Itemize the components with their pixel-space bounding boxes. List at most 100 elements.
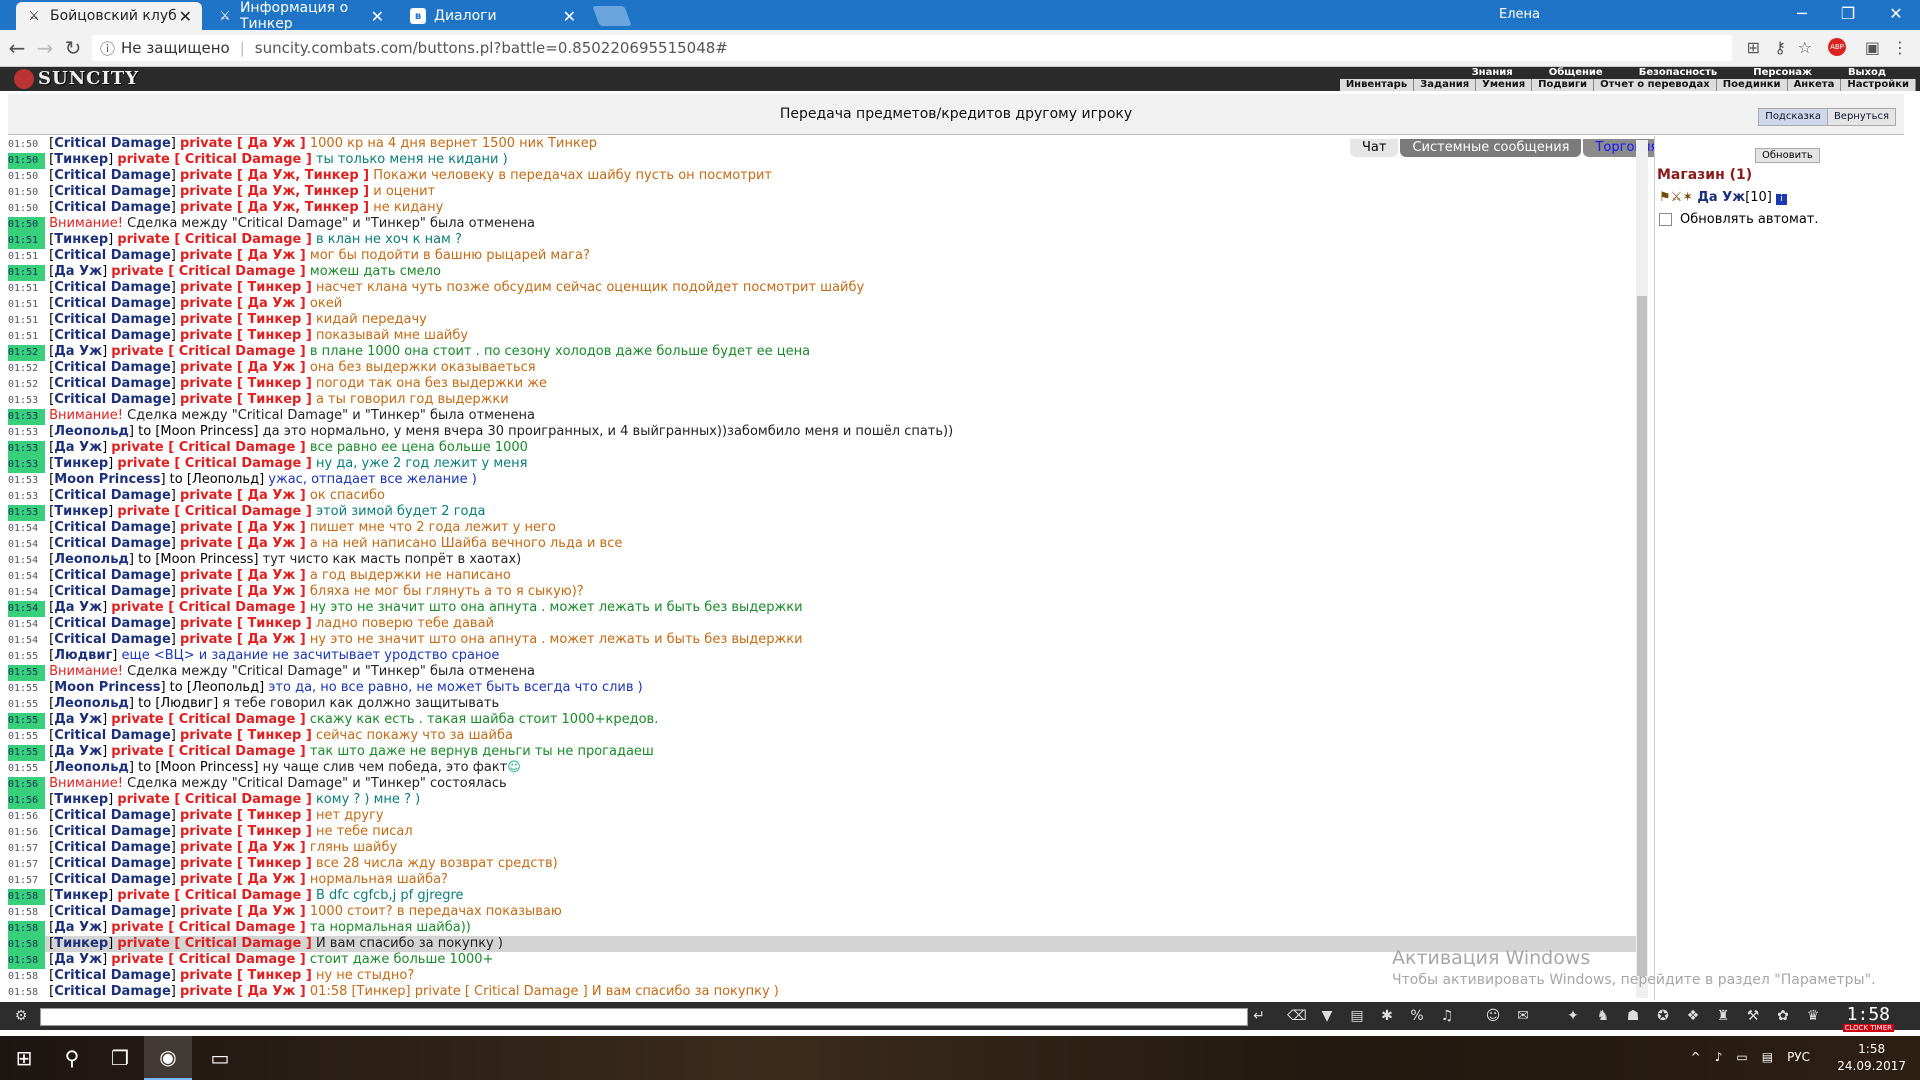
recipient-name[interactable]: Да Уж (247, 872, 295, 887)
chat-message[interactable]: 01:56 Внимание! Сделка между "Critical D… (8, 776, 1638, 793)
back-button[interactable]: Вернуться (1826, 108, 1896, 126)
chat-message[interactable]: 01:53 [Moon Princess] to [Леопольд] ужас… (8, 472, 1638, 488)
message-time[interactable]: 01:51 (8, 265, 45, 281)
chat-message[interactable]: 01:54 [Critical Damage] private [ Да Уж … (8, 536, 1638, 552)
recipient-name[interactable]: Critical Damage (185, 456, 302, 471)
sender-name[interactable]: Critical Damage (54, 984, 171, 999)
recipient-name[interactable]: Да Уж, Тинкер (247, 184, 358, 199)
sender-name[interactable]: Critical Damage (54, 488, 171, 503)
sound-icon[interactable]: ♫ (1436, 1006, 1458, 1026)
forward-arrow-icon[interactable]: → (32, 36, 58, 60)
language-indicator[interactable]: РУС (1787, 1050, 1810, 1064)
recipient-name[interactable]: Moon Princess (160, 760, 253, 775)
chat-bubble-icon[interactable]: ✉ (1512, 1006, 1534, 1026)
chat-message[interactable]: 01:51 [Critical Damage] private [ Да Уж … (8, 248, 1638, 264)
message-time[interactable]: 01:50 (8, 185, 45, 201)
recipient-name[interactable]: Тинкер (247, 808, 301, 823)
restore-icon[interactable]: ❐ (1828, 4, 1868, 23)
task-view-icon[interactable]: ❐ (96, 1036, 144, 1080)
message-time[interactable]: 01:55 (8, 745, 45, 761)
sender-name[interactable]: Да Уж (54, 264, 102, 279)
recipient-name[interactable]: Леопольд (192, 472, 259, 487)
recipient-name[interactable]: Да Уж (247, 520, 295, 535)
chat-message[interactable]: 01:55 [Moon Princess] to [Леопольд] это … (8, 680, 1638, 696)
message-time[interactable]: 01:54 (8, 521, 45, 537)
recipient-name[interactable]: Critical Damage (179, 264, 296, 279)
auto-refresh-checkbox[interactable] (1659, 213, 1672, 226)
shop-user-name[interactable]: Да Уж (1697, 190, 1745, 205)
info-icon[interactable]: i (1776, 194, 1788, 205)
recipient-name[interactable]: Critical Damage (179, 920, 296, 935)
chat-message[interactable]: 01:58 [Critical Damage] private [ Да Уж … (8, 904, 1638, 920)
message-time[interactable]: 01:51 (8, 233, 45, 249)
menu-feats[interactable]: Подвиги (1532, 79, 1595, 91)
message-time[interactable]: 01:57 (8, 873, 45, 889)
recipient-name[interactable]: Moon Princess (160, 552, 253, 567)
refresh-button[interactable]: Обновить (1755, 148, 1820, 163)
eraser-icon[interactable]: ⌫ (1286, 1006, 1308, 1026)
sender-name[interactable]: Леопольд (54, 424, 129, 439)
message-time[interactable]: 01:50 (8, 201, 45, 217)
sender-name[interactable]: Critical Damage (54, 392, 171, 407)
chat-message[interactable]: 01:56 [Тинкер] private [ Critical Damage… (8, 792, 1638, 809)
recipient-name[interactable]: Тинкер (247, 392, 301, 407)
message-time[interactable]: 01:54 (8, 585, 45, 601)
translate-icon[interactable]: ⊞ (1747, 38, 1760, 57)
menu-exit[interactable]: Выход (1830, 67, 1904, 78)
action-icon-6[interactable]: ♜ (1712, 1006, 1734, 1026)
message-time[interactable]: 01:50 (8, 217, 45, 233)
menu-inventory[interactable]: Инвентарь (1340, 79, 1415, 91)
sender-name[interactable]: Тинкер (54, 888, 108, 903)
sender-name[interactable]: Тинкер (54, 792, 108, 807)
close-icon[interactable]: ✕ (371, 7, 384, 26)
message-time[interactable]: 01:58 (8, 969, 45, 985)
chat-message[interactable]: 01:50 [Critical Damage] private [ Да Уж,… (8, 184, 1638, 200)
menu-duels[interactable]: Поединки (1717, 79, 1788, 91)
enter-icon[interactable]: ↵ (1248, 1006, 1270, 1026)
chat-message[interactable]: 01:52 [Critical Damage] private [ Тинкер… (8, 376, 1638, 392)
sender-name[interactable]: Critical Damage (54, 536, 171, 551)
recipient-name[interactable]: Да Уж (247, 632, 295, 647)
recipient-name[interactable]: Critical Damage (179, 440, 296, 455)
sender-name[interactable]: Critical Damage (54, 312, 171, 327)
chat-message[interactable]: 01:56 [Critical Damage] private [ Тинкер… (8, 808, 1638, 824)
save-icon[interactable]: ▤ (1346, 1006, 1368, 1026)
sender-name[interactable]: Critical Damage (54, 360, 171, 375)
message-time[interactable]: 01:50 (8, 153, 45, 169)
message-time[interactable]: 01:55 (8, 761, 45, 777)
chat-message[interactable]: 01:52 [Critical Damage] private [ Да Уж … (8, 360, 1638, 376)
chat-message[interactable]: 01:55 [Да Уж] private [ Critical Damage … (8, 744, 1638, 761)
chat-message[interactable]: 01:51 [Critical Damage] private [ Да Уж … (8, 296, 1638, 312)
search-icon[interactable]: ⚲ (48, 1036, 96, 1080)
recipient-name[interactable]: Да Уж (247, 136, 295, 151)
chat-scrollbar-thumb[interactable] (1637, 296, 1647, 976)
recipient-name[interactable]: Да Уж (247, 584, 295, 599)
menu-icon[interactable]: ⋮ (1892, 38, 1908, 57)
recipient-name[interactable]: Critical Damage (179, 712, 296, 727)
chat-message[interactable]: 01:55 [Леопольд] to [Людвиг] я тебе гово… (8, 696, 1638, 712)
recipient-name[interactable]: Людвиг (160, 696, 213, 711)
url-text[interactable]: suncity.combats.com/buttons.pl?battle=0.… (255, 39, 728, 57)
chat-message[interactable]: 01:54 [Critical Damage] private [ Да Уж … (8, 584, 1638, 600)
chat-message[interactable]: 01:53 [Да Уж] private [ Critical Damage … (8, 440, 1638, 457)
recipient-name[interactable]: Critical Damage (185, 888, 302, 903)
action-icon-9[interactable]: ♛ (1802, 1006, 1824, 1026)
sender-name[interactable]: Тинкер (54, 504, 108, 519)
recipient-name[interactable]: Да Уж (247, 984, 295, 999)
chat-message[interactable]: 01:51 [Да Уж] private [ Critical Damage … (8, 264, 1638, 281)
hint-button[interactable]: Подсказка (1758, 108, 1828, 126)
sender-name[interactable]: Тинкер (54, 456, 108, 471)
menu-settings[interactable]: Настройки (1841, 79, 1916, 91)
message-time[interactable]: 01:56 (8, 825, 45, 841)
message-time[interactable]: 01:54 (8, 617, 45, 633)
sender-name[interactable]: Critical Damage (54, 136, 171, 151)
message-time[interactable]: 01:53 (8, 425, 45, 441)
chat-message[interactable]: 01:56 [Critical Damage] private [ Тинкер… (8, 824, 1638, 840)
menu-skills[interactable]: Умения (1476, 79, 1533, 91)
sender-name[interactable]: Леопольд (54, 552, 129, 567)
sender-name[interactable]: Critical Damage (54, 568, 171, 583)
chat-message[interactable]: 01:54 [Critical Damage] private [ Да Уж … (8, 632, 1638, 648)
recipient-name[interactable]: Да Уж (247, 568, 295, 583)
message-time[interactable]: 01:51 (8, 329, 45, 345)
sender-name[interactable]: Critical Damage (54, 728, 171, 743)
